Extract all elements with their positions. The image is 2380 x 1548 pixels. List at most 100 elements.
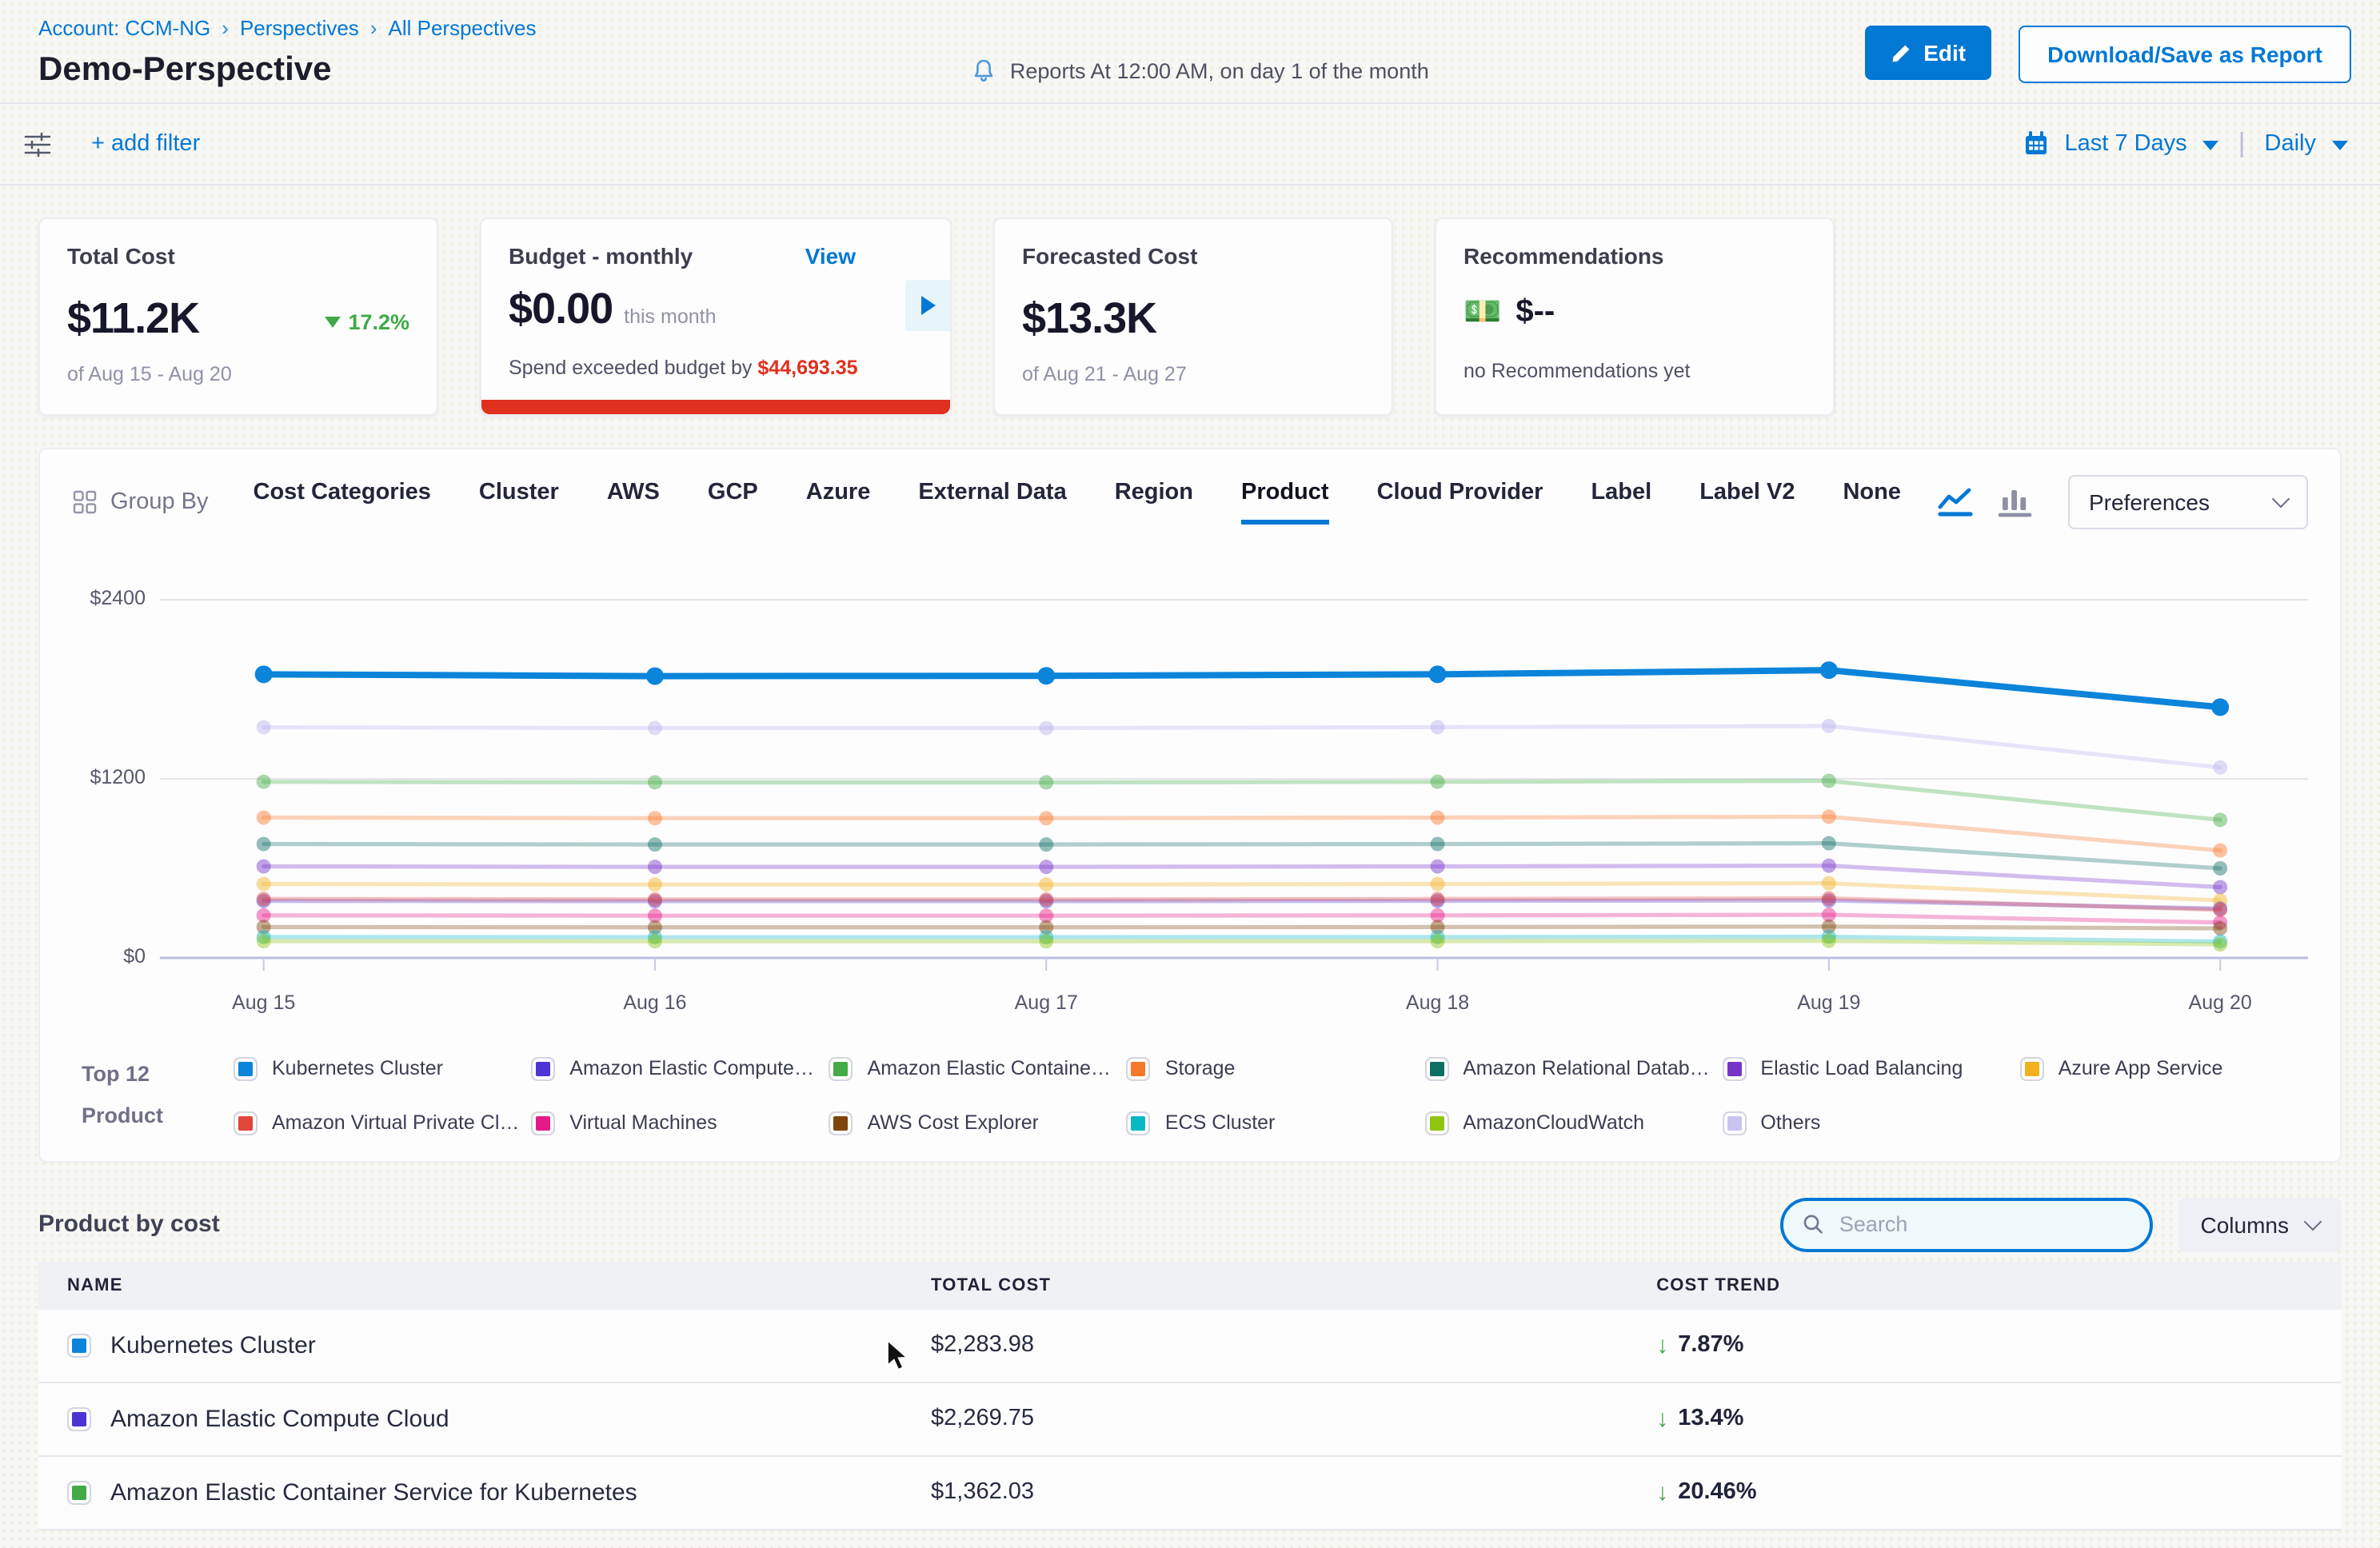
breadcrumb-link[interactable]: Perspectives — [240, 16, 359, 40]
legend-item-kubernetes-cluster[interactable]: Kubernetes Cluster — [234, 1057, 521, 1081]
data-point[interactable] — [2213, 844, 2227, 858]
data-point[interactable] — [1431, 860, 1445, 874]
data-point[interactable] — [648, 934, 662, 948]
edit-button[interactable]: Edit — [1864, 26, 1991, 80]
chart-plot-area[interactable] — [72, 577, 2308, 980]
legend-item-storage[interactable]: Storage — [1127, 1057, 1415, 1081]
tab-cloud-provider[interactable]: Cloud Provider — [1377, 480, 1543, 525]
data-point[interactable] — [1039, 892, 1053, 907]
breadcrumb-link[interactable]: Account: CCM-NG — [38, 16, 210, 40]
data-point[interactable] — [255, 665, 273, 683]
tab-label[interactable]: Label — [1591, 480, 1651, 525]
col-header-total-cost[interactable]: TOTAL COST — [902, 1275, 1627, 1295]
legend-item-amazon-relational-database-[interactable]: Amazon Relational Database ... — [1424, 1057, 1712, 1081]
legend-item-amazon-elastic-container-se-[interactable]: Amazon Elastic Container Se... — [829, 1057, 1117, 1081]
tab-product[interactable]: Product — [1241, 480, 1329, 525]
data-point[interactable] — [1431, 877, 1445, 892]
budget-expand-button[interactable] — [905, 280, 950, 331]
data-point[interactable] — [257, 934, 271, 948]
data-point[interactable] — [2211, 698, 2229, 716]
tab-cluster[interactable]: Cluster — [479, 480, 559, 525]
data-point[interactable] — [646, 668, 664, 685]
data-point[interactable] — [257, 860, 271, 874]
data-point[interactable] — [648, 892, 662, 907]
tab-cost-categories[interactable]: Cost Categories — [254, 480, 431, 525]
tab-none[interactable]: None — [1843, 480, 1901, 525]
preferences-dropdown[interactable]: Preferences — [2068, 475, 2308, 529]
columns-dropdown[interactable]: Columns — [2178, 1197, 2342, 1251]
add-filter-button[interactable]: + add filter — [91, 131, 200, 157]
data-point[interactable] — [1822, 859, 1836, 873]
data-point[interactable] — [2213, 760, 2227, 775]
data-point[interactable] — [1039, 877, 1053, 892]
data-point[interactable] — [1039, 860, 1053, 874]
data-point[interactable] — [257, 811, 271, 825]
tab-region[interactable]: Region — [1115, 480, 1193, 525]
data-point[interactable] — [1431, 934, 1445, 948]
line-chart-icon[interactable] — [1937, 486, 1974, 518]
data-point[interactable] — [1431, 811, 1445, 825]
data-point[interactable] — [1037, 667, 1055, 684]
breadcrumb-link[interactable]: All Perspectives — [389, 16, 537, 40]
legend-item-others[interactable]: Others — [1722, 1111, 2010, 1135]
data-point[interactable] — [1431, 892, 1445, 906]
data-point[interactable] — [2213, 937, 2227, 952]
data-point[interactable] — [1822, 876, 1836, 891]
legend-item-azure-app-service[interactable]: Azure App Service — [2020, 1057, 2308, 1081]
data-point[interactable] — [2213, 861, 2227, 876]
data-point[interactable] — [2213, 812, 2227, 827]
data-point[interactable] — [1822, 719, 1836, 733]
legend-item-elastic-load-balancing[interactable]: Elastic Load Balancing — [1722, 1057, 2010, 1081]
legend-item-amazoncloudwatch[interactable]: AmazonCloudWatch — [1424, 1111, 1712, 1135]
date-range-dropdown[interactable]: Last 7 Days — [2065, 131, 2187, 157]
col-header-cost-trend[interactable]: COST TREND — [1627, 1275, 2342, 1295]
data-point[interactable] — [648, 811, 662, 825]
data-point[interactable] — [1431, 775, 1445, 789]
data-point[interactable] — [2213, 880, 2227, 895]
data-point[interactable] — [1431, 837, 1445, 852]
search-box[interactable] — [1780, 1197, 2153, 1251]
data-point[interactable] — [257, 877, 271, 892]
legend-item-virtual-machines[interactable]: Virtual Machines — [531, 1111, 819, 1135]
data-point[interactable] — [257, 837, 271, 852]
table-row[interactable]: Amazon Elastic Compute Cloud$2,269.75↓13… — [38, 1382, 2342, 1456]
download-save-report-button[interactable]: Download/Save as Report — [2019, 26, 2351, 83]
search-input[interactable] — [1836, 1211, 2130, 1238]
data-point[interactable] — [1429, 665, 1447, 683]
data-point[interactable] — [648, 860, 662, 874]
tab-gcp[interactable]: GCP — [708, 480, 758, 525]
tab-external-data[interactable]: External Data — [918, 480, 1066, 525]
data-point[interactable] — [1822, 809, 1836, 824]
legend-item-amazon-virtual-private-cloud[interactable]: Amazon Virtual Private Cloud — [234, 1111, 521, 1135]
data-point[interactable] — [1039, 775, 1053, 789]
data-point[interactable] — [1039, 934, 1053, 948]
data-point[interactable] — [257, 892, 271, 906]
tab-azure[interactable]: Azure — [806, 480, 871, 525]
data-point[interactable] — [1039, 721, 1053, 736]
data-point[interactable] — [2213, 921, 2227, 936]
data-point[interactable] — [648, 775, 662, 789]
data-point[interactable] — [1431, 720, 1445, 734]
data-point[interactable] — [1820, 661, 1838, 679]
data-point[interactable] — [648, 877, 662, 892]
data-point[interactable] — [648, 721, 662, 736]
table-row[interactable]: Kubernetes Cluster$2,283.98↓7.87% — [38, 1309, 2342, 1382]
data-point[interactable] — [648, 837, 662, 852]
tab-aws[interactable]: AWS — [607, 480, 660, 525]
data-point[interactable] — [1039, 811, 1053, 825]
table-row[interactable]: Amazon Elastic Container Service for Kub… — [38, 1456, 2342, 1530]
filter-sliders-icon[interactable] — [22, 130, 53, 158]
data-point[interactable] — [1822, 892, 1836, 906]
data-point[interactable] — [2213, 903, 2227, 917]
bar-chart-icon[interactable] — [1998, 486, 2033, 518]
data-point[interactable] — [257, 720, 271, 735]
data-point[interactable] — [1822, 836, 1836, 851]
legend-item-amazon-elastic-compute-clo-[interactable]: Amazon Elastic Compute Clo... — [531, 1057, 819, 1081]
legend-item-ecs-cluster[interactable]: ECS Cluster — [1127, 1111, 1415, 1135]
data-point[interactable] — [1822, 934, 1836, 948]
data-point[interactable] — [1039, 837, 1053, 852]
budget-view-link[interactable]: View — [805, 243, 856, 269]
legend-item-aws-cost-explorer[interactable]: AWS Cost Explorer — [829, 1111, 1117, 1135]
tab-label-v2[interactable]: Label V2 — [1699, 480, 1795, 525]
col-header-name[interactable]: NAME — [38, 1275, 902, 1295]
